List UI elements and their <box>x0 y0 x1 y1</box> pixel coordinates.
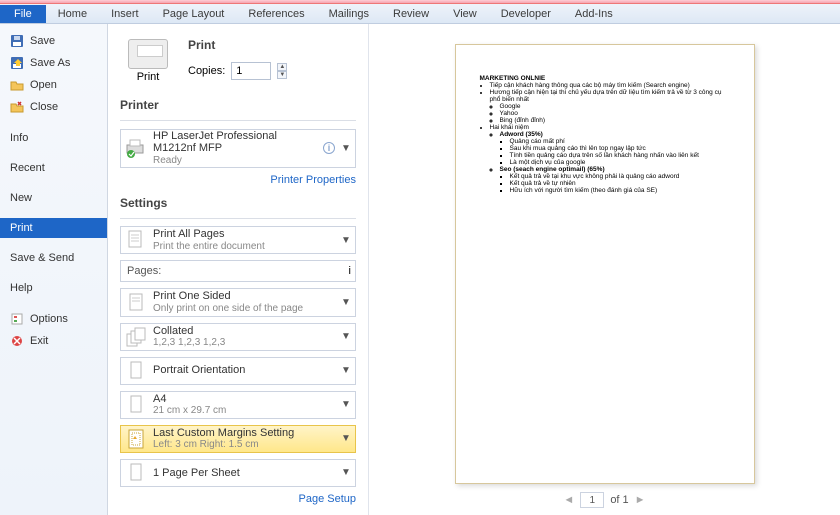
print-button[interactable]: Print <box>120 34 176 88</box>
collated-icon <box>125 326 147 348</box>
print-settings-panel: Print Print Copies: ▲▼ Printer HP LaserJ… <box>108 24 368 515</box>
copies-spinner[interactable]: ▲▼ <box>277 63 287 79</box>
pages-icon <box>125 229 147 251</box>
backstage-sidebar: Save Save As Open Close Info Recent New … <box>0 24 108 515</box>
save-icon <box>10 34 24 48</box>
pages-input[interactable] <box>167 261 344 281</box>
page-setup-link[interactable]: Page Setup <box>120 493 356 505</box>
info-icon: i <box>349 265 351 277</box>
collate-selector[interactable]: Collated1,2,3 1,2,3 1,2,3 ▼ <box>120 323 356 351</box>
open-icon <box>10 78 24 92</box>
page-navigator: ◄ 1 of 1 ► <box>563 492 645 508</box>
sidebar-options[interactable]: Options <box>0 308 107 330</box>
sidebar-info[interactable]: Info <box>0 128 107 148</box>
chevron-down-icon: ▼ <box>341 399 351 410</box>
print-title: Print <box>188 38 287 52</box>
print-range-selector[interactable]: Print All PagesPrint the entire document… <box>120 226 356 254</box>
tab-review[interactable]: Review <box>381 5 441 23</box>
sidebar-save-as[interactable]: Save As <box>0 52 107 74</box>
sides-selector[interactable]: Print One SidedOnly print on one side of… <box>120 288 356 316</box>
sidebar-print[interactable]: Print <box>0 218 107 238</box>
print-preview: MARKETING ONLNIE Tiếp cận khách hàng thô… <box>369 24 840 515</box>
portrait-icon <box>125 360 147 382</box>
prev-page-button[interactable]: ◄ <box>563 494 574 506</box>
chevron-down-icon: ▼ <box>341 297 351 308</box>
pages-input-row: Pages: i <box>120 260 356 282</box>
sidebar-save[interactable]: Save <box>0 30 107 52</box>
chevron-down-icon: ▼ <box>341 331 351 342</box>
sidebar-help[interactable]: Help <box>0 278 107 298</box>
sidebar-close[interactable]: Close <box>0 96 107 118</box>
tab-mailings[interactable]: Mailings <box>317 5 381 23</box>
margins-icon <box>125 428 147 450</box>
sidebar-recent[interactable]: Recent <box>0 158 107 178</box>
page-of-label: of 1 <box>610 494 628 506</box>
chevron-down-icon: ▼ <box>341 365 351 376</box>
tab-addins[interactable]: Add-Ins <box>563 5 625 23</box>
file-tab[interactable]: File <box>0 5 46 23</box>
one-per-sheet-icon <box>125 462 147 484</box>
sidebar-save-send[interactable]: Save & Send <box>0 248 107 268</box>
preview-page: MARKETING ONLNIE Tiếp cận khách hàng thô… <box>455 44 755 484</box>
options-icon <box>10 312 24 326</box>
copies-input[interactable] <box>231 62 271 80</box>
pages-label: Pages: <box>121 261 167 281</box>
ribbon-tabs: File Home Insert Page Layout References … <box>0 4 840 24</box>
margins-selector[interactable]: Last Custom Margins SettingLeft: 3 cm Ri… <box>120 425 356 453</box>
tab-page-layout[interactable]: Page Layout <box>151 5 237 23</box>
close-icon <box>10 100 24 114</box>
tab-home[interactable]: Home <box>46 5 99 23</box>
tab-insert[interactable]: Insert <box>99 5 151 23</box>
chevron-down-icon: ▼ <box>341 433 351 444</box>
chevron-down-icon: ▼ <box>341 143 351 154</box>
page-size-icon <box>125 394 147 416</box>
printer-properties-link[interactable]: Printer Properties <box>120 174 356 186</box>
pages-per-sheet-selector[interactable]: 1 Page Per Sheet ▼ <box>120 459 356 487</box>
orientation-selector[interactable]: Portrait Orientation ▼ <box>120 357 356 385</box>
chevron-down-icon: ▼ <box>341 235 351 246</box>
tab-view[interactable]: View <box>441 5 489 23</box>
printer-icon <box>128 39 168 69</box>
copies-label: Copies: <box>188 65 225 77</box>
info-icon: i <box>323 142 335 154</box>
one-sided-icon <box>125 292 147 314</box>
page-number-input[interactable]: 1 <box>580 492 604 508</box>
printer-selector[interactable]: HP LaserJet Professional M1212nf MFPRead… <box>120 129 356 168</box>
tab-references[interactable]: References <box>236 5 316 23</box>
printer-status-icon <box>125 137 147 159</box>
printer-section-title: Printer <box>120 98 356 112</box>
settings-section-title: Settings <box>120 196 356 210</box>
sidebar-new[interactable]: New <box>0 188 107 208</box>
next-page-button[interactable]: ► <box>635 494 646 506</box>
save-as-icon <box>10 56 24 70</box>
sidebar-exit[interactable]: Exit <box>0 330 107 352</box>
tab-developer[interactable]: Developer <box>489 5 563 23</box>
sidebar-open[interactable]: Open <box>0 74 107 96</box>
paper-size-selector[interactable]: A421 cm x 29.7 cm ▼ <box>120 391 356 419</box>
chevron-down-icon: ▼ <box>341 467 351 478</box>
exit-icon <box>10 334 24 348</box>
